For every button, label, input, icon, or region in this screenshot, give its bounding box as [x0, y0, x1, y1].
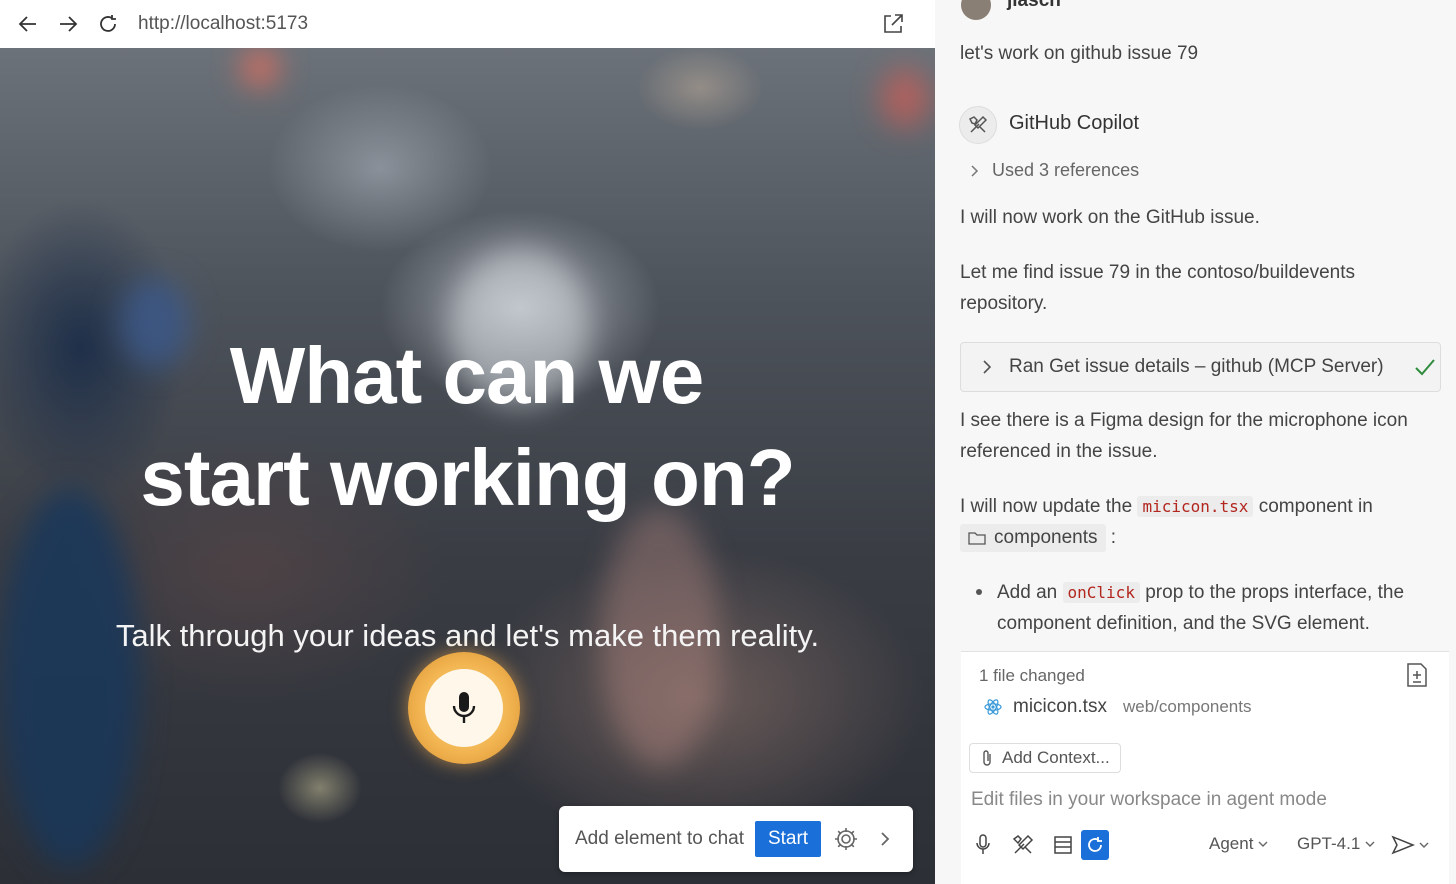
mode-select[interactable]: Agent: [1209, 834, 1269, 854]
bokeh-light: [880, 68, 930, 128]
tool-call-item[interactable]: Ran Get issue details – github (MCP Serv…: [960, 342, 1441, 392]
paragraph-text: component in: [1258, 496, 1373, 517]
add-context-label: Add Context...: [1002, 748, 1110, 767]
user-avatar: [961, 0, 991, 20]
assistant-paragraph: I see there is a Figma design for the mi…: [960, 410, 1408, 462]
file-diff-icon[interactable]: [1405, 662, 1431, 688]
microphone-button[interactable]: [408, 652, 520, 764]
react-icon: [984, 699, 1002, 715]
chat-input[interactable]: Edit files in your workspace in agent mo…: [971, 789, 1327, 811]
bullet-dot: [976, 589, 982, 595]
tool-call-label: Ran Get issue details – github (MCP Serv…: [1009, 356, 1384, 377]
changed-file-name: micicon.tsx: [1013, 696, 1107, 717]
add-element-bar: Add element to chat Start: [559, 806, 913, 872]
assistant-paragraph: I will now update the micicon.tsx compon…: [960, 491, 1440, 553]
chevron-right-icon: [983, 360, 992, 374]
changed-file-item[interactable]: micicon.tsx web/components: [983, 696, 1252, 718]
reload-icon[interactable]: [94, 10, 122, 38]
changed-file-path: web/components: [1122, 697, 1252, 716]
copilot-chat-panel: jlasch let's work on github issue 79 Git…: [935, 0, 1456, 884]
folder-chip[interactable]: components: [960, 523, 1106, 552]
assistant-paragraph: Let me find issue 79 in the contoso/buil…: [960, 262, 1356, 314]
send-button[interactable]: [1389, 830, 1431, 860]
web-page: What can we start working on? Talk throu…: [0, 48, 935, 884]
folder-name: components: [994, 527, 1098, 549]
assistant-name: GitHub Copilot: [1009, 112, 1140, 134]
paragraph-text: prop to the props interface, the compone…: [997, 582, 1405, 634]
back-arrow-icon[interactable]: [14, 10, 42, 38]
open-external-icon[interactable]: [878, 10, 908, 38]
hero-headline-line1: What can we: [229, 331, 705, 420]
references-toggle[interactable]: Used 3 references: [970, 160, 1139, 181]
hero-subline: Talk through your ideas and let's make t…: [115, 618, 820, 653]
paragraph-text: :: [1110, 527, 1117, 548]
chevron-right-icon[interactable]: [875, 826, 895, 852]
paragraph-text: I will now update the: [960, 496, 1133, 517]
chat-input-area: 1 file changed micicon.tsx web/component…: [961, 651, 1449, 884]
assistant-paragraph: I will now work on the GitHub issue.: [960, 207, 1260, 228]
user-message: let's work on github issue 79: [960, 43, 1199, 64]
user-name: jlasch: [1007, 0, 1061, 11]
copilot-avatar-icon: [959, 106, 997, 144]
chevron-down-icon: [1365, 841, 1375, 847]
bokeh-light: [240, 48, 280, 88]
send-icon: [1391, 835, 1429, 855]
add-element-label: Add element to chat: [575, 828, 744, 849]
code-ref: onClick: [1062, 582, 1140, 603]
embedded-browser: http://localhost:5173 What can we start …: [0, 0, 935, 884]
forward-arrow-icon[interactable]: [54, 10, 82, 38]
mode-label: Agent: [1209, 834, 1254, 853]
microphone-icon: [425, 669, 503, 747]
auto-approve-icon[interactable]: [1081, 830, 1109, 860]
checkmark-icon: [1415, 359, 1435, 376]
assistant-bullet: Add an onClick prop to the props interfa…: [997, 577, 1441, 639]
chevron-down-icon: [1258, 841, 1268, 847]
model-label: GPT-4.1: [1297, 834, 1361, 853]
storage-icon[interactable]: [1049, 830, 1077, 860]
chat-input-toolbar: Agent GPT-4.1: [961, 828, 1449, 868]
paperclip-icon: [983, 750, 991, 766]
address-bar[interactable]: http://localhost:5173: [138, 13, 308, 35]
add-context-button[interactable]: Add Context...: [969, 743, 1121, 773]
folder-icon: [968, 532, 986, 545]
chevron-right-icon: [971, 164, 979, 177]
paragraph-text: Add an: [997, 582, 1058, 603]
gear-icon[interactable]: [833, 826, 859, 852]
files-changed-label: 1 file changed: [979, 666, 1085, 685]
model-select[interactable]: GPT-4.1: [1297, 834, 1376, 854]
bokeh-figure: [0, 488, 140, 868]
start-button[interactable]: Start: [755, 821, 821, 857]
microphone-icon[interactable]: [969, 830, 997, 860]
browser-toolbar: http://localhost:5173: [0, 0, 935, 48]
hero-headline-line2: start working on?: [140, 433, 795, 522]
file-code-ref[interactable]: micicon.tsx: [1137, 496, 1254, 517]
tools-icon[interactable]: [1009, 830, 1037, 860]
references-label: Used 3 references: [992, 160, 1140, 180]
